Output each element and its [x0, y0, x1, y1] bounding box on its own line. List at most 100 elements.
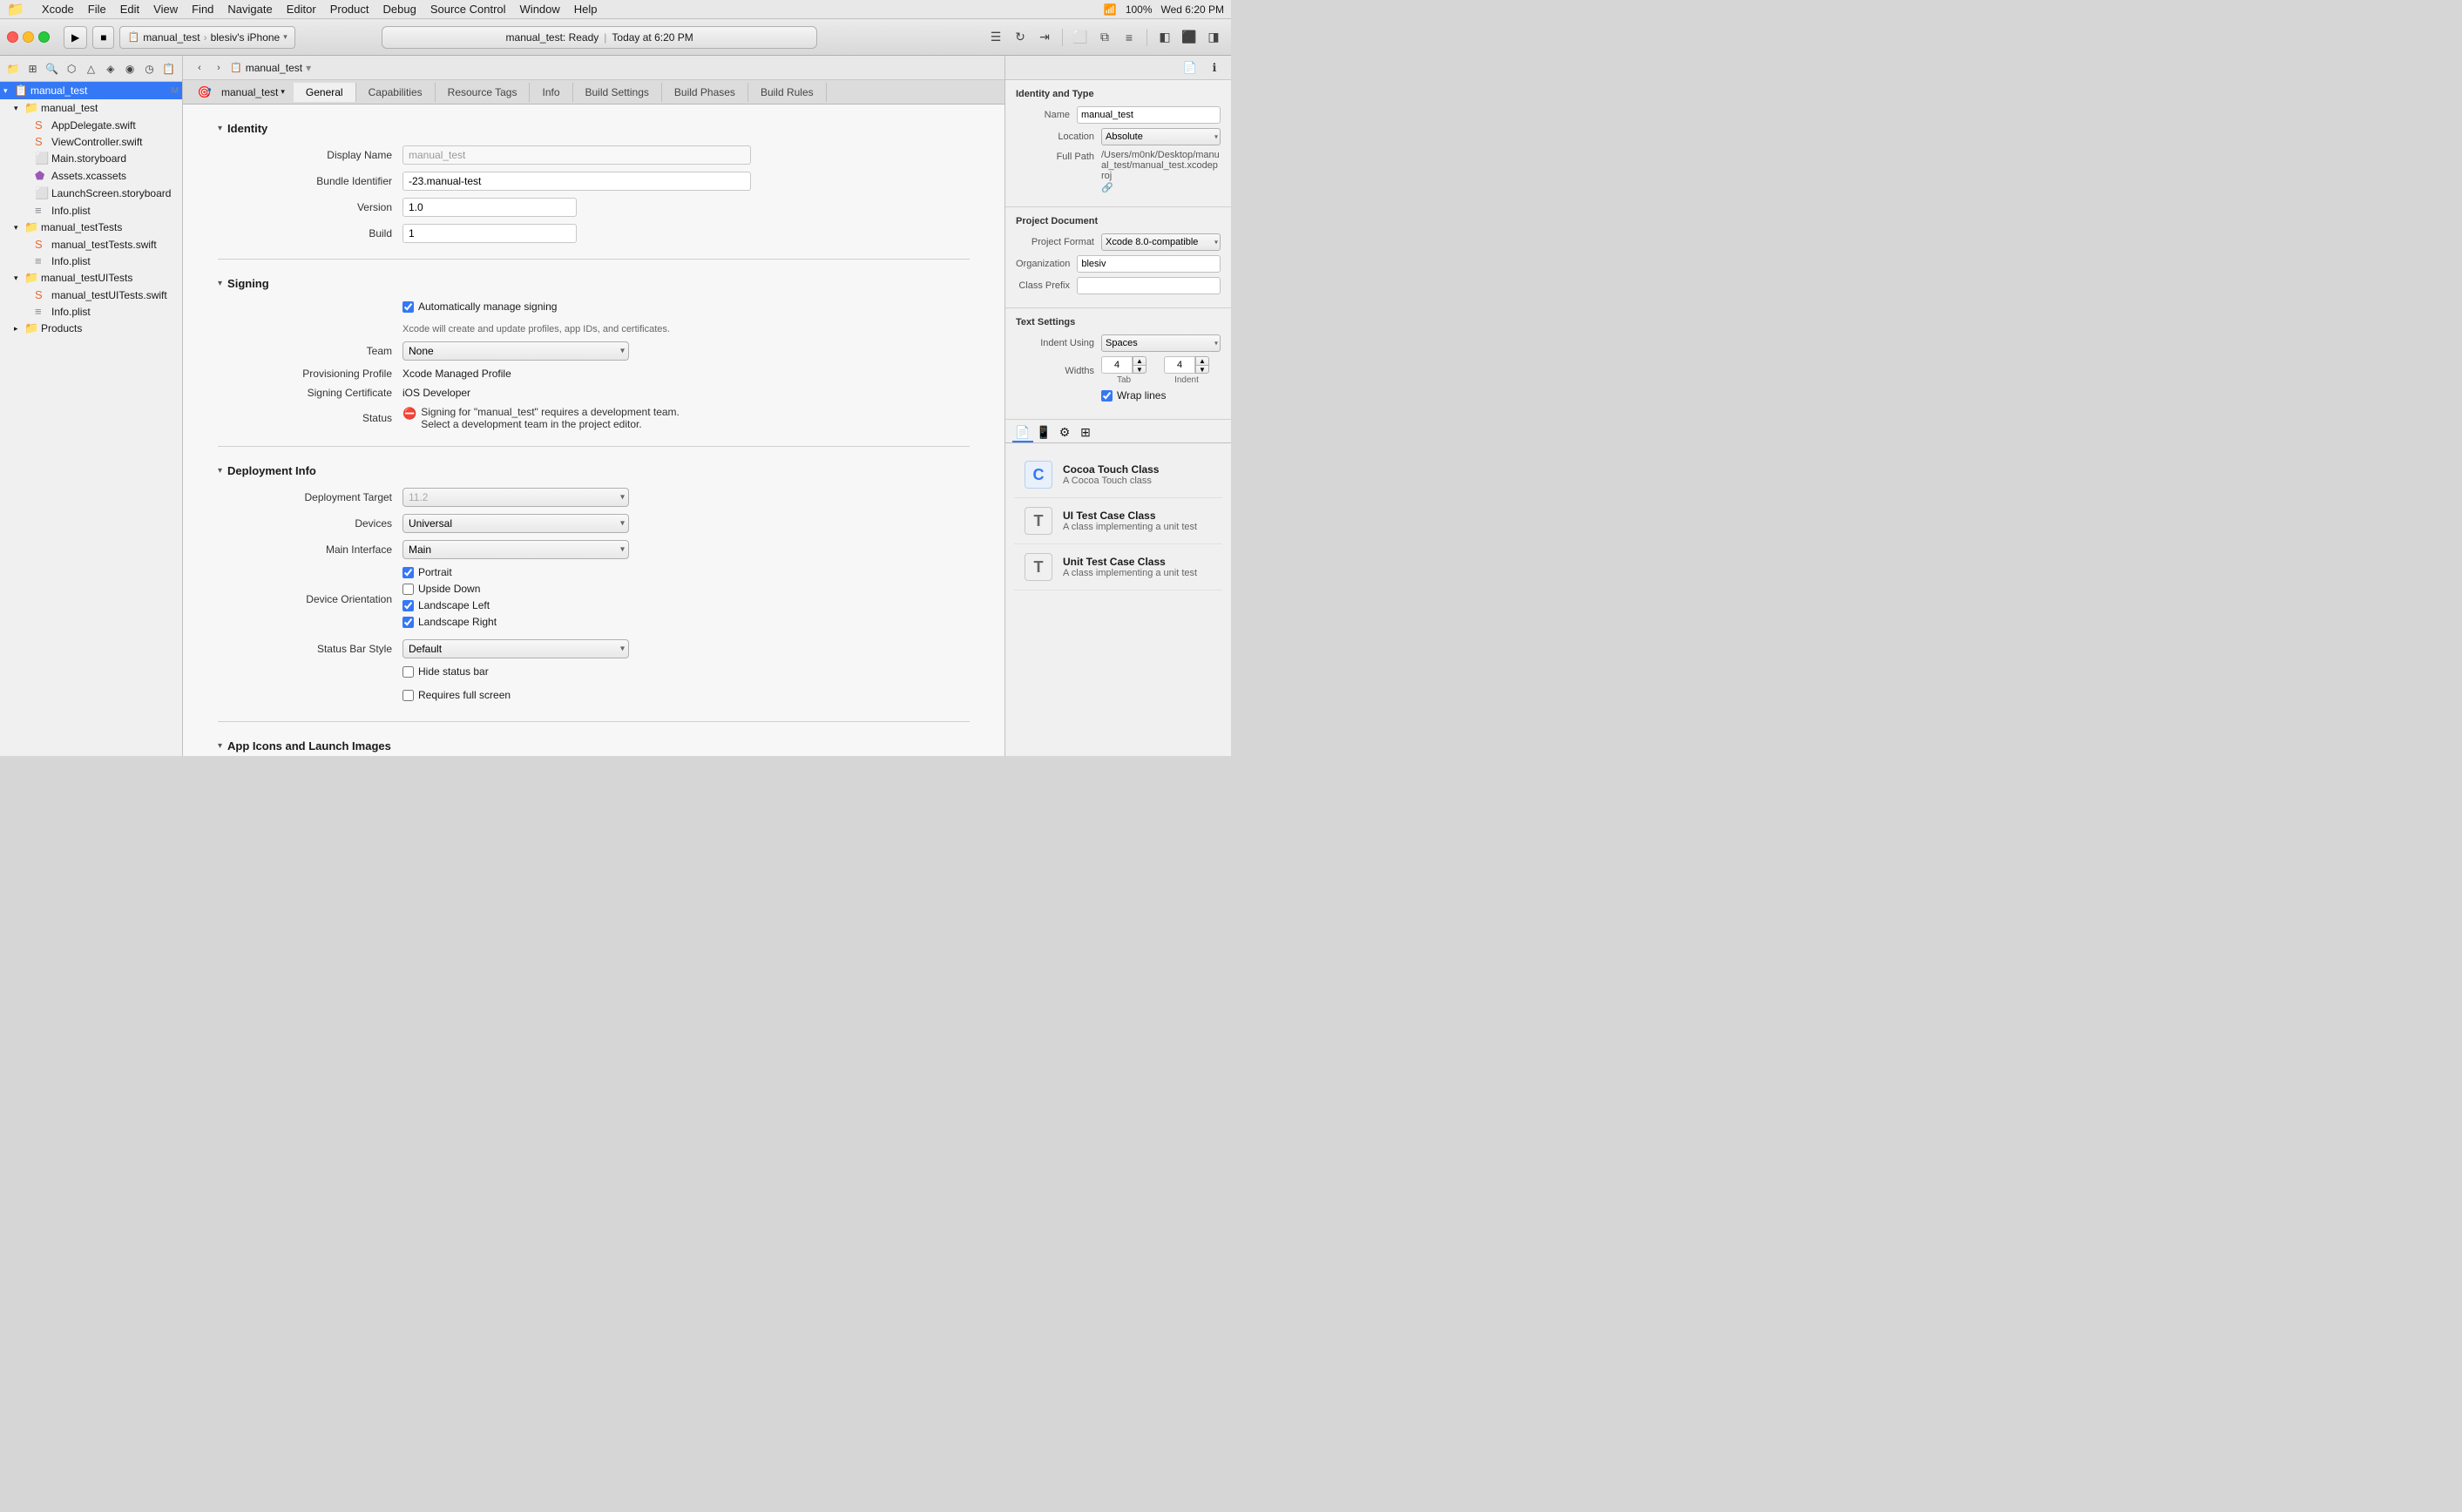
left-panel-toggle[interactable]: ◧: [1154, 27, 1175, 48]
breadcrumb-left[interactable]: ‹: [192, 60, 207, 76]
tab-resource-tags[interactable]: Resource Tags: [436, 83, 531, 102]
sidebar-find-icon[interactable]: ⬡: [64, 60, 79, 78]
navigator-toggle[interactable]: ☰: [985, 27, 1006, 48]
display-name-input[interactable]: [402, 145, 751, 165]
tab-capabilities[interactable]: Capabilities: [356, 83, 436, 102]
breadcrumb-right[interactable]: ›: [211, 60, 227, 76]
sidebar-item-tests-swift[interactable]: S manual_testTests.swift: [0, 236, 182, 253]
scheme-selector[interactable]: 📋 manual_test › blesiv's iPhone ▾: [119, 26, 294, 49]
status-bar-select[interactable]: Default: [402, 639, 629, 658]
version-editor-button[interactable]: ≡: [1119, 27, 1140, 48]
deployment-target-select[interactable]: 11.2: [402, 488, 629, 507]
hide-status-checkbox[interactable]: [402, 666, 414, 678]
org-input[interactable]: [1077, 255, 1221, 273]
tab-general[interactable]: General: [294, 83, 356, 102]
inspector-location-select[interactable]: Absolute: [1101, 128, 1221, 145]
sidebar-item-app-delegate[interactable]: S AppDelegate.swift: [0, 117, 182, 133]
menu-product[interactable]: Product: [323, 2, 376, 17]
wrap-lines-checkbox[interactable]: [1101, 390, 1113, 402]
signing-header[interactable]: ▾ Signing: [218, 277, 970, 290]
standard-editor-button[interactable]: ⬜: [1070, 27, 1091, 48]
sidebar-symbol-icon[interactable]: 🔍: [44, 60, 60, 78]
menu-file[interactable]: File: [81, 2, 113, 17]
inspector-name-input[interactable]: [1077, 106, 1221, 124]
bundle-id-input[interactable]: [402, 172, 751, 191]
auto-signing-checkbox[interactable]: [402, 301, 414, 313]
indent-using-select[interactable]: Spaces: [1101, 334, 1221, 352]
template-unit-test[interactable]: T Unit Test Case Class A class implement…: [1014, 544, 1222, 591]
menu-xcode[interactable]: Xcode: [35, 2, 81, 17]
build-input[interactable]: [402, 224, 577, 243]
main-interface-select[interactable]: Main: [402, 540, 629, 559]
sidebar-source-icon[interactable]: ⊞: [24, 60, 40, 78]
upside-down-checkbox[interactable]: [402, 584, 414, 595]
menu-debug[interactable]: Debug: [376, 2, 423, 17]
tab-build-rules[interactable]: Build Rules: [748, 83, 827, 102]
maximize-button[interactable]: [38, 31, 50, 43]
indent-width-input[interactable]: [1164, 356, 1195, 374]
class-prefix-input[interactable]: [1077, 277, 1221, 294]
tab-info[interactable]: Info: [530, 83, 572, 102]
sidebar-test-icon[interactable]: ◈: [103, 60, 118, 78]
right-panel-toggle[interactable]: ◨: [1203, 27, 1224, 48]
tab-width-input[interactable]: [1101, 356, 1133, 374]
devices-select[interactable]: Universal: [402, 514, 629, 533]
sidebar-item-project[interactable]: ▾ 📋 manual_test M: [0, 82, 182, 99]
indent-width-up[interactable]: ▲: [1195, 356, 1209, 365]
inspector-tab-settings[interactable]: ⚙: [1054, 423, 1075, 442]
tab-width-up[interactable]: ▲: [1133, 356, 1146, 365]
requires-full-checkbox[interactable]: [402, 690, 414, 701]
nav-forward-button[interactable]: ⇥: [1034, 27, 1055, 48]
menu-find[interactable]: Find: [185, 2, 220, 17]
template-ui-test[interactable]: T UI Test Case Class A class implementin…: [1014, 498, 1222, 544]
menu-view[interactable]: View: [146, 2, 185, 17]
inspector-help-icon-btn[interactable]: ℹ: [1205, 58, 1224, 78]
sidebar-breakpoint-icon[interactable]: ◷: [141, 60, 157, 78]
menu-help[interactable]: Help: [567, 2, 605, 17]
sidebar-item-products[interactable]: ▸ 📁 Products: [0, 320, 182, 337]
landscape-right-checkbox[interactable]: [402, 617, 414, 628]
sidebar-nav-icon[interactable]: 📁: [5, 60, 21, 78]
tab-width-down[interactable]: ▼: [1133, 365, 1146, 374]
assistant-editor-button[interactable]: ⧉: [1094, 27, 1115, 48]
template-cocoa-touch[interactable]: C Cocoa Touch Class A Cocoa Touch class: [1014, 452, 1222, 498]
sidebar-item-assets[interactable]: ⬟ Assets.xcassets: [0, 167, 182, 185]
apple-menu[interactable]: 📁: [7, 1, 24, 18]
bottom-panel-toggle[interactable]: ⬛: [1179, 27, 1200, 48]
target-name[interactable]: manual_test ▾: [221, 86, 285, 98]
proj-format-select[interactable]: Xcode 8.0-compatible: [1101, 233, 1221, 251]
menu-window[interactable]: Window: [513, 2, 567, 17]
sidebar-item-ui-info[interactable]: ≡ Info.plist: [0, 303, 182, 320]
portrait-checkbox[interactable]: [402, 567, 414, 578]
inspector-tab-file[interactable]: 📄: [1012, 423, 1033, 442]
inspector-file-icon-btn[interactable]: 📄: [1180, 58, 1200, 78]
app-icons-header[interactable]: ▾ App Icons and Launch Images: [218, 739, 970, 753]
sidebar-item-main-storyboard[interactable]: ⬜ Main.storyboard: [0, 150, 182, 167]
sidebar-item-info-plist[interactable]: ≡ Info.plist: [0, 202, 182, 219]
tab-build-phases[interactable]: Build Phases: [662, 83, 748, 102]
deployment-header[interactable]: ▾ Deployment Info: [218, 464, 970, 477]
inspector-tab-other[interactable]: ⊞: [1075, 423, 1096, 442]
sidebar-item-launch-screen[interactable]: ⬜ LaunchScreen.storyboard: [0, 185, 182, 202]
menu-source-control[interactable]: Source Control: [423, 2, 513, 17]
tab-build-settings[interactable]: Build Settings: [573, 83, 662, 102]
sidebar-item-tests-group[interactable]: ▾ 📁 manual_testTests: [0, 219, 182, 236]
identity-header[interactable]: ▾ Identity: [218, 122, 970, 135]
minimize-button[interactable]: [23, 31, 34, 43]
sidebar-report-icon[interactable]: 📋: [161, 60, 177, 78]
sidebar-item-ui-tests-swift[interactable]: S manual_testUITests.swift: [0, 287, 182, 303]
landscape-left-checkbox[interactable]: [402, 600, 414, 611]
sidebar-item-ui-tests-group[interactable]: ▾ 📁 manual_testUITests: [0, 269, 182, 287]
refresh-button[interactable]: ↻: [1010, 27, 1031, 48]
inspect-reveal-link[interactable]: 🔗: [1101, 183, 1113, 193]
team-select[interactable]: None: [402, 341, 629, 361]
run-button[interactable]: ▶: [64, 26, 87, 49]
version-input[interactable]: [402, 198, 577, 217]
sidebar-debug-icon[interactable]: ◉: [122, 60, 138, 78]
sidebar-item-view-controller[interactable]: S ViewController.swift: [0, 133, 182, 150]
stop-button[interactable]: ■: [92, 26, 114, 49]
sidebar-item-manual_test[interactable]: ▾ 📁 manual_test: [0, 99, 182, 117]
indent-width-down[interactable]: ▼: [1195, 365, 1209, 374]
menu-edit[interactable]: Edit: [113, 2, 146, 17]
inspector-tab-device[interactable]: 📱: [1033, 423, 1054, 442]
